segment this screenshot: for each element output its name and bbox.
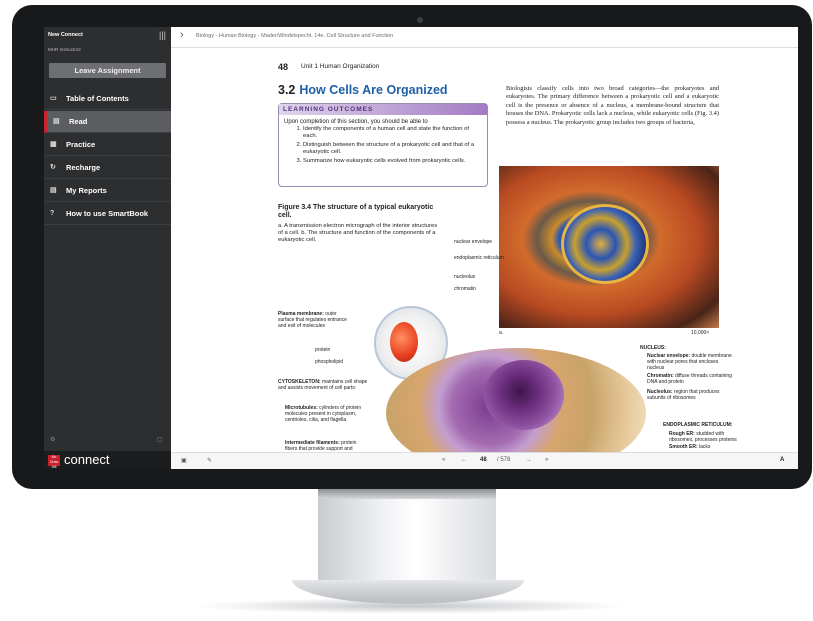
camera-dot — [417, 17, 423, 23]
ebook-page: 48 Unit 1 Human Organization 3.2 How Cell… — [171, 48, 798, 452]
thumbnail-icon[interactable]: ▣ — [181, 457, 187, 464]
read-icon: ▤ — [53, 118, 60, 125]
monitor-stand — [318, 489, 496, 589]
mcgraw-hill-logo: Mc Graw Hill — [48, 455, 60, 469]
font-size-button[interactable]: A — [780, 457, 784, 463]
learning-outcomes-list: Identify the components of a human cell … — [279, 126, 483, 167]
label-intermediate-filaments: Intermediate filaments: protein fibers t… — [285, 440, 357, 452]
label-protein: protein — [315, 347, 331, 353]
learning-outcomes-heading: LEARNING OUTCOMES — [279, 104, 487, 115]
next-page-button[interactable]: → — [526, 457, 532, 463]
monitor-shadow — [190, 598, 630, 614]
chevron-right-icon[interactable]: › — [180, 29, 184, 41]
page-number: 48 — [278, 62, 289, 72]
highlighter-icon[interactable]: ✎ — [207, 457, 212, 464]
tem-scale: 10,000× — [691, 330, 710, 336]
section-title-text: How Cells Are Organized — [299, 83, 448, 97]
reader-toolbar: ▣ ✎ « ← 48 / 578 → » A — [171, 452, 798, 469]
tem-label: nuclear envelope — [454, 239, 493, 245]
help-icon: ? — [50, 210, 55, 217]
connect-logo: Mc Graw Hill connect — [44, 451, 171, 469]
tem-panel-label: a. — [499, 330, 504, 336]
learning-outcome-item: Distinguish between the structure of a p… — [303, 142, 483, 156]
learning-outcomes-intro: Upon completion of this section, you sho… — [284, 119, 428, 125]
label-endoplasmic-reticulum: ENDOPLASMIC RETICULUM: — [663, 422, 733, 428]
tem-label: endoplasmic reticulum — [454, 255, 504, 261]
sidebar-item-label: Recharge — [66, 163, 101, 172]
app-title: New Connect — [48, 32, 83, 38]
label-nucleolus: Nucleolus: region that produces subunits… — [647, 389, 720, 401]
label-plasma-membrane: Plasma membrane: outer surface that regu… — [278, 311, 347, 329]
sidebar-toggle-icon[interactable]: ||| — [159, 30, 166, 40]
body-paragraph: Biologists classify cells into two broad… — [506, 85, 719, 126]
section-title: 3.2 How Cells Are Organized — [278, 83, 448, 97]
folder-icon: ▭ — [50, 95, 57, 102]
monitor-bezel: New Connect ||| MHR Instructor2 Leave As… — [12, 5, 812, 489]
sidebar-item-table-of-contents[interactable]: ▭ Table of Contents — [44, 88, 171, 110]
sidebar-item-label: Table of Contents — [66, 94, 129, 103]
sidebar-item-label: Practice — [66, 140, 96, 149]
settings-icon[interactable]: ⚙ — [50, 436, 55, 443]
figure-title: Figure 3.4 The structure of a typical eu… — [278, 204, 434, 219]
sidebar-item-help[interactable]: ? How to use SmartBook — [44, 203, 171, 225]
cell-nucleus-illustration — [484, 360, 564, 430]
last-page-button[interactable]: » — [545, 457, 548, 463]
membrane-protein-illustration — [390, 322, 418, 362]
connect-wordmark: connect — [64, 452, 110, 467]
label-nuclear-envelope: Nuclear envelope: double membrane with n… — [647, 353, 732, 371]
tem-label: nucleolus — [454, 274, 476, 280]
label-phospholipid: phospholipid — [315, 359, 344, 365]
label-microtubules: Microtubules: cylinders of protein molec… — [285, 405, 362, 423]
sidebar-footer: ⚙ ▢ — [44, 434, 171, 448]
first-page-button[interactable]: « — [442, 457, 445, 463]
sidebar-item-label: How to use SmartBook — [66, 209, 149, 218]
chat-icon[interactable]: ▢ — [157, 436, 163, 443]
label-smooth-er: Smooth ER: lacks — [669, 444, 711, 450]
micrograph-nucleus — [561, 204, 649, 284]
reports-icon: ▤ — [50, 187, 57, 194]
page-number-input[interactable]: 48 — [480, 457, 487, 463]
sidebar-item-read[interactable]: ▤ Read — [44, 111, 174, 133]
learning-outcome-item: Identify the components of a human cell … — [303, 126, 483, 140]
figure-description: a. A transmission electron micrograph of… — [278, 223, 438, 243]
leave-assignment-button[interactable]: Leave Assignment — [49, 63, 166, 78]
section-number: 3.2 — [278, 83, 296, 97]
label-nucleus: NUCLEUS: — [640, 345, 666, 351]
label-cytoskeleton: CYTOSKELETON: maintains cell shape and a… — [278, 379, 368, 391]
screen: New Connect ||| MHR Instructor2 Leave As… — [44, 27, 798, 469]
user-name: MHR Instructor2 — [48, 47, 81, 52]
tem-micrograph-image — [499, 166, 719, 328]
unit-header: Unit 1 Human Organization — [301, 63, 380, 70]
practice-icon: ▦ — [50, 141, 57, 148]
sidebar: New Connect ||| MHR Instructor2 Leave As… — [44, 27, 174, 469]
sidebar-item-label: My Reports — [66, 186, 107, 195]
learning-outcome-item: Summarize how eukaryotic cells evolved f… — [303, 158, 483, 165]
label-rough-er: Rough ER: studded with ribosomes, proces… — [669, 431, 737, 443]
breadcrumb-bar: › Biology - Human Biology - Mader/Windel… — [171, 27, 798, 48]
page-total: / 578 — [497, 457, 511, 463]
sidebar-item-my-reports[interactable]: ▤ My Reports — [44, 180, 171, 202]
sidebar-item-label: Read — [69, 117, 88, 126]
tem-label: chromatin — [454, 286, 476, 292]
learning-outcomes-box: LEARNING OUTCOMES Upon completion of thi… — [278, 103, 488, 187]
sidebar-item-recharge[interactable]: ↻ Recharge — [44, 157, 171, 179]
breadcrumb: Biology - Human Biology - Mader/Windelsp… — [196, 33, 394, 39]
label-chromatin: Chromatin: diffuse threads containing DN… — [647, 373, 732, 385]
prev-page-button[interactable]: ← — [461, 457, 467, 463]
sidebar-item-practice[interactable]: ▦ Practice — [44, 134, 171, 156]
recharge-icon: ↻ — [50, 164, 56, 171]
